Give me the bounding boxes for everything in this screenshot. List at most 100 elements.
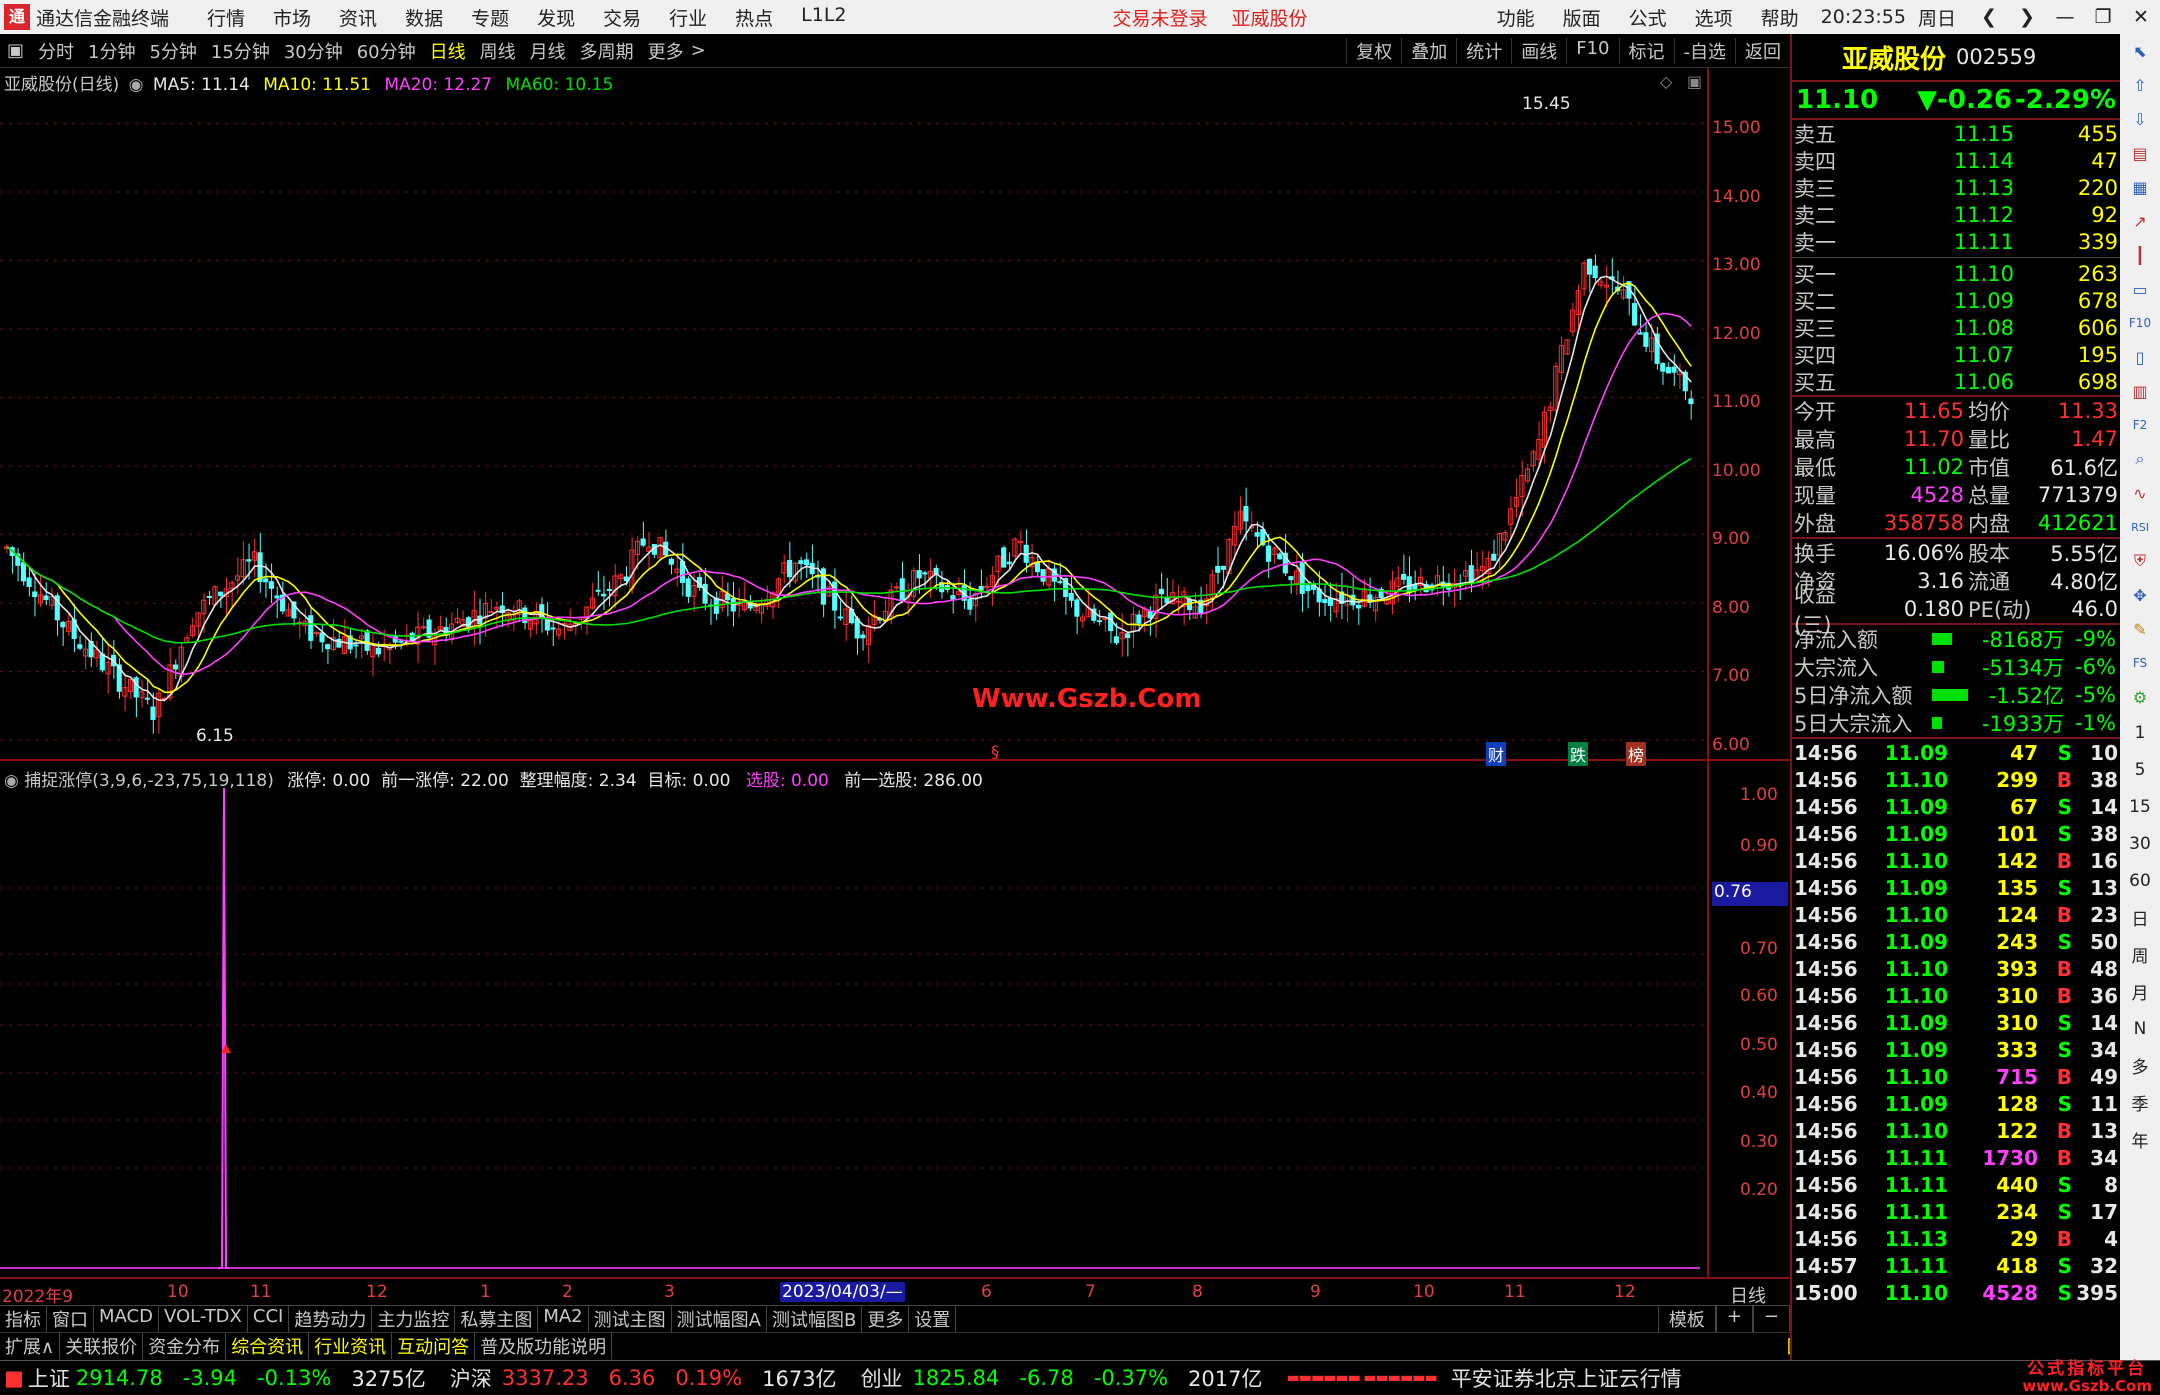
- sidebar-period[interactable]: 5: [2125, 753, 2155, 786]
- toolbar-button[interactable]: 标记: [1618, 37, 1674, 64]
- menu-item[interactable]: 数据: [391, 4, 457, 31]
- period-tab[interactable]: 月线: [523, 38, 573, 64]
- more-arrow[interactable]: >: [691, 40, 713, 61]
- order-book-row[interactable]: 买一 11.10 263: [1792, 260, 2120, 287]
- back-icon[interactable]: ❮: [1970, 6, 2008, 28]
- order-book-row[interactable]: 卖一 11.11 339: [1792, 228, 2120, 255]
- menu-item[interactable]: 市场: [259, 4, 325, 31]
- toolbar-button[interactable]: 叠加: [1401, 37, 1456, 64]
- period-tab[interactable]: 5分钟: [142, 38, 203, 64]
- indicator-tab[interactable]: 趋势动力: [289, 1306, 373, 1332]
- fs-icon[interactable]: FS: [2125, 648, 2155, 678]
- menu-item[interactable]: 公式: [1615, 4, 1681, 31]
- cursor-icon[interactable]: ⬉: [2125, 36, 2155, 66]
- down-arrow-icon[interactable]: ⇩: [2125, 104, 2155, 134]
- chart-diamond-icon[interactable]: ◇: [1660, 72, 1672, 91]
- info-tab[interactable]: 行业资讯: [309, 1333, 393, 1359]
- status-hs-name[interactable]: 沪深: [450, 1363, 492, 1393]
- toolbar-button[interactable]: 复权: [1346, 37, 1401, 64]
- toolbar-button[interactable]: 返回: [1735, 37, 1790, 64]
- indicator-tab[interactable]: 更多: [862, 1306, 910, 1332]
- indicator-tab[interactable]: 私募主图: [455, 1306, 539, 1332]
- menu-item[interactable]: 专题: [457, 4, 523, 31]
- indicator-tab[interactable]: VOL-TDX: [159, 1306, 248, 1332]
- order-book-row[interactable]: 卖五 11.15 455: [1792, 120, 2120, 147]
- indicator-tab[interactable]: 主力监控: [372, 1306, 456, 1332]
- report-icon[interactable]: ▥: [2125, 376, 2155, 406]
- indicator-tab[interactable]: 测试主图: [589, 1306, 672, 1332]
- indicator-tab[interactable]: 设置: [909, 1306, 957, 1332]
- info-tab[interactable]: 综合资讯: [226, 1333, 310, 1359]
- period-tab[interactable]: 日线: [423, 38, 473, 64]
- pen-icon[interactable]: ✎: [2125, 614, 2155, 644]
- indicator-tab[interactable]: 测试幅图A: [672, 1306, 767, 1332]
- sidebar-period[interactable]: 日: [2125, 901, 2155, 934]
- indicator-tab[interactable]: CCI: [248, 1306, 290, 1332]
- order-book-row[interactable]: 卖四 11.14 47: [1792, 147, 2120, 174]
- indicator-tab[interactable]: MA2: [538, 1306, 589, 1332]
- f10-icon[interactable]: F10: [2125, 308, 2155, 338]
- sidebar-period[interactable]: 月: [2125, 975, 2155, 1008]
- period-tab[interactable]: 60分钟: [350, 38, 423, 64]
- order-book-row[interactable]: 买四 11.07 195: [1792, 341, 2120, 368]
- toolbar-button[interactable]: -自选: [1673, 37, 1736, 64]
- panel-toggle-icon[interactable]: ▣: [0, 40, 31, 61]
- menu-item[interactable]: 功能: [1483, 4, 1549, 31]
- template-button[interactable]: 模板: [1657, 1306, 1716, 1332]
- menu-item[interactable]: 行情: [193, 4, 259, 31]
- shield-icon[interactable]: ⛨: [2125, 546, 2155, 576]
- search-icon[interactable]: ⌕: [2125, 444, 2155, 474]
- indicator-tab[interactable]: MACD: [94, 1306, 159, 1332]
- candle-icon[interactable]: ┃: [2125, 240, 2155, 270]
- menu-item[interactable]: 选项: [1681, 4, 1747, 31]
- period-tab[interactable]: 周线: [473, 38, 523, 64]
- sidebar-period[interactable]: 1: [2125, 716, 2155, 749]
- indicator-settings-icon[interactable]: ◉: [4, 771, 19, 791]
- period-tab[interactable]: 30分钟: [277, 38, 350, 64]
- trend-icon[interactable]: ↗: [2125, 206, 2155, 236]
- gear-icon[interactable]: ⚙: [2125, 682, 2155, 712]
- close-icon[interactable]: ✕: [2122, 6, 2160, 28]
- order-book-row[interactable]: 卖二 11.12 92: [1792, 201, 2120, 228]
- sidebar-period[interactable]: 周: [2125, 938, 2155, 971]
- restore-icon[interactable]: ❐: [2084, 6, 2122, 28]
- period-tab[interactable]: 多周期: [573, 38, 641, 64]
- move-icon[interactable]: ✥: [2125, 580, 2155, 610]
- chart-window-icon[interactable]: ▣: [1687, 72, 1702, 91]
- sidebar-period[interactable]: N: [2125, 1012, 2155, 1045]
- order-book-row[interactable]: 买五 11.06 698: [1792, 368, 2120, 395]
- template-button[interactable]: −: [1752, 1306, 1790, 1332]
- info-tab[interactable]: 关联报价: [60, 1333, 144, 1359]
- news-icon[interactable]: ▭: [2125, 274, 2155, 304]
- period-tab[interactable]: 1分钟: [81, 38, 142, 64]
- toolbar-button[interactable]: 统计: [1456, 37, 1511, 64]
- date-tick[interactable]: 2023/04/03/—: [780, 1282, 905, 1302]
- period-tab[interactable]: 15分钟: [204, 38, 277, 64]
- period-tab[interactable]: 更多: [641, 38, 691, 64]
- indicator-name[interactable]: 捕捉涨停(3,9,6,-23,75,19,118): [24, 771, 274, 791]
- sidebar-period[interactable]: 60: [2125, 864, 2155, 897]
- list-icon[interactable]: ▤: [2125, 138, 2155, 168]
- sidebar-period[interactable]: 30: [2125, 827, 2155, 860]
- menu-item[interactable]: 发现: [523, 4, 589, 31]
- status-cy-name[interactable]: 创业: [861, 1363, 903, 1393]
- wave-icon[interactable]: ∿: [2125, 478, 2155, 508]
- info-tab[interactable]: 扩展∧: [0, 1333, 61, 1359]
- indicator-tab[interactable]: 指标: [0, 1306, 47, 1332]
- period-tab[interactable]: 分时: [31, 38, 81, 64]
- status-broker[interactable]: 平安证券北京上证云行情: [1447, 1363, 1682, 1393]
- sidebar-period[interactable]: 季: [2125, 1086, 2155, 1119]
- menu-item[interactable]: 帮助: [1747, 4, 1813, 31]
- menu-item[interactable]: 资讯: [325, 4, 391, 31]
- order-book-row[interactable]: 买三 11.08 606: [1792, 314, 2120, 341]
- table-icon[interactable]: ▦: [2125, 172, 2155, 202]
- status-sh-name[interactable]: 上证: [28, 1363, 70, 1393]
- sidebar-period[interactable]: 多: [2125, 1049, 2155, 1082]
- minimize-icon[interactable]: —: [2046, 6, 2084, 28]
- sidebar-period[interactable]: 年: [2125, 1123, 2155, 1156]
- login-status[interactable]: 交易未登录: [1101, 4, 1220, 31]
- event-marker-finance[interactable]: 财: [1486, 742, 1507, 766]
- kline-chart[interactable]: [0, 68, 1790, 1303]
- doc-icon[interactable]: ▯: [2125, 342, 2155, 372]
- info-tab[interactable]: 资金分布: [143, 1333, 227, 1359]
